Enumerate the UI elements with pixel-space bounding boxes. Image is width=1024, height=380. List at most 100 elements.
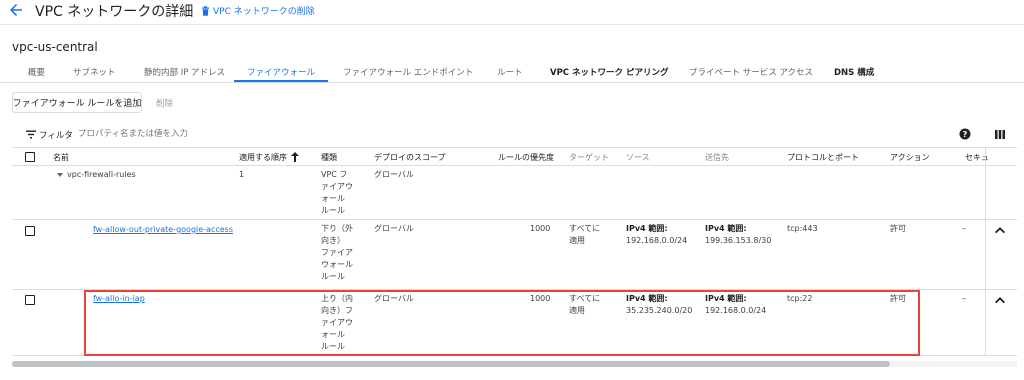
filter-bar: フィルタ ? [12, 121, 1017, 148]
table-group-row[interactable]: vpc-firewall-rules 1 VPC フ ァイアウ ォール ルール … [12, 166, 1017, 220]
rule-security: – [962, 294, 966, 303]
horizontal-scrollbar[interactable] [12, 361, 1017, 367]
column-header-priority[interactable]: ルールの優先度 [498, 152, 554, 163]
rule-security: – [962, 224, 966, 233]
type-line: ォール [321, 194, 345, 203]
row-checkbox[interactable] [25, 295, 35, 305]
source-value: 192.168.0.0/24 [626, 236, 688, 245]
rule-priority: 1000 [530, 294, 551, 303]
rule-source: IPv4 範囲: 192.168.0.0/24 [626, 223, 687, 247]
rule-scope: グローバル [374, 224, 414, 233]
trash-icon [202, 5, 209, 16]
type-line: ルール [321, 206, 345, 215]
type-line: 上り（内 [321, 294, 353, 303]
target-line: 適用 [569, 306, 585, 315]
type-line: ァイアウ [321, 318, 353, 327]
expand-down-icon[interactable] [57, 173, 63, 177]
delete-vpc-button[interactable]: VPC ネットワークの削除 [201, 4, 315, 17]
chevron-up-icon[interactable] [995, 227, 1005, 234]
sort-arrow-up-icon[interactable] [291, 152, 299, 162]
vpc-name-heading: vpc-us-central [12, 40, 98, 54]
rule-destination: IPv4 範囲: 192.168.0.0/24 [705, 293, 766, 317]
rule-name-link[interactable]: fw-allo-in-iap [93, 294, 145, 303]
chevron-up-icon[interactable] [995, 297, 1005, 304]
row-checkbox[interactable] [25, 226, 35, 236]
type-line: ルール [321, 272, 345, 281]
delete-vpc-label: VPC ネットワークの削除 [213, 7, 315, 17]
tab-static-internal-ip[interactable]: 静的内部 IP アドレス [144, 66, 225, 78]
filter-input[interactable] [78, 129, 278, 139]
destination-value: 199.36.153.8/30 [705, 236, 772, 245]
column-display-icon[interactable] [995, 130, 1005, 139]
column-header-type[interactable]: 種類 [321, 152, 337, 163]
rule-destination: IPv4 範囲: 199.36.153.8/30 [705, 223, 771, 247]
tab-firewall[interactable]: ファイアウォール [247, 66, 315, 78]
column-header-order[interactable]: 適用する順序 [239, 152, 287, 163]
target-line: すべてに [569, 224, 601, 233]
scrollbar-thumb[interactable] [12, 361, 890, 367]
page-title: VPC ネットワークの詳細 [35, 4, 194, 20]
group-type: VPC フ ァイアウ ォール ルール [321, 169, 353, 217]
source-label: IPv4 範囲: [626, 294, 668, 303]
type-line: ァイアウ [321, 182, 353, 191]
table-row[interactable]: fw-allo-in-iap 上り（内 向き）フ ァイアウ ォール ルール グロ… [12, 290, 1017, 356]
sticky-column-divider [985, 148, 986, 356]
rule-target: すべてに 適用 [569, 223, 600, 247]
destination-label: IPv4 範囲: [705, 224, 747, 233]
column-header-protocol[interactable]: プロトコルとポート [787, 152, 859, 163]
group-name: vpc-firewall-rules [67, 170, 136, 179]
tab-firewall-endpoints[interactable]: ファイアウォール エンドポイント [343, 66, 473, 78]
divider [0, 24, 1024, 25]
rule-action: 許可 [890, 294, 906, 303]
source-value: 35.235.240.0/20 [626, 306, 693, 315]
column-header-action[interactable]: アクション [890, 152, 930, 163]
rule-priority: 1000 [530, 224, 551, 233]
rule-source: IPv4 範囲: 35.235.240.0/20 [626, 293, 692, 317]
source-label: IPv4 範囲: [626, 224, 668, 233]
target-line: 適用 [569, 236, 585, 245]
tab-dns-config[interactable]: DNS 構成 [834, 66, 874, 78]
type-line: 向き）フ [321, 306, 353, 315]
table-header: 名前 適用する順序 種類 デプロイのスコープ ルールの優先度 ターゲット ソース… [12, 148, 1017, 166]
type-line: ォール [321, 330, 345, 339]
type-line: 下り（外 [321, 224, 353, 233]
destination-value: 192.168.0.0/24 [705, 306, 767, 315]
delete-button[interactable]: 削除 [156, 97, 173, 109]
column-header-target[interactable]: ターゲット [569, 152, 609, 163]
top-bar: VPC ネットワークの詳細 VPC ネットワークの削除 [0, 0, 1024, 22]
column-header-name[interactable]: 名前 [53, 152, 69, 163]
help-icon[interactable]: ? [959, 128, 971, 140]
back-arrow-icon[interactable] [8, 2, 24, 18]
table-row[interactable]: fw-allow-out-private-google-access 下り（外 … [12, 220, 1017, 290]
tab-vpc-peering[interactable]: VPC ネットワーク ピアリング [550, 66, 668, 78]
type-line: VPC フ [321, 170, 348, 179]
column-header-destination[interactable]: 送信先 [705, 152, 729, 163]
rule-type: 上り（内 向き）フ ァイアウ ォール ルール [321, 293, 353, 353]
firewall-rules-table: 名前 適用する順序 種類 デプロイのスコープ ルールの優先度 ターゲット ソース… [12, 148, 1017, 356]
select-all-checkbox[interactable] [25, 152, 35, 162]
column-header-source[interactable]: ソース [626, 152, 650, 163]
rule-target: すべてに 適用 [569, 293, 600, 317]
tab-overview[interactable]: 概要 [28, 66, 45, 78]
rule-action: 許可 [890, 224, 906, 233]
type-line: ファイア [321, 248, 353, 257]
tab-bar: 概要 サブネット 静的内部 IP アドレス ファイアウォール ファイアウォール … [0, 60, 1024, 83]
group-scope: グローバル [374, 170, 414, 179]
type-line: ルール [321, 342, 345, 351]
rule-scope: グローバル [374, 294, 414, 303]
destination-label: IPv4 範囲: [705, 294, 747, 303]
column-header-scope[interactable]: デプロイのスコープ [374, 152, 446, 163]
tab-subnets[interactable]: サブネット [73, 66, 116, 78]
tab-private-service-access[interactable]: プライベート サービス アクセス [689, 66, 813, 78]
tab-routes[interactable]: ルート [497, 66, 523, 78]
group-order: 1 [239, 170, 245, 179]
rule-name-link[interactable]: fw-allow-out-private-google-access [93, 225, 233, 234]
add-firewall-rule-button[interactable]: ファイアウォール ルールを追加 [12, 92, 142, 113]
target-line: すべてに [569, 294, 601, 303]
rule-protocol: tcp:443 [787, 224, 818, 233]
rule-protocol: tcp:22 [787, 294, 813, 303]
rule-type: 下り（外 向き） ファイア ウォール ルール [321, 223, 353, 283]
type-line: 向き） [321, 236, 345, 245]
svg-text:?: ? [963, 130, 968, 139]
filter-icon [26, 130, 36, 139]
